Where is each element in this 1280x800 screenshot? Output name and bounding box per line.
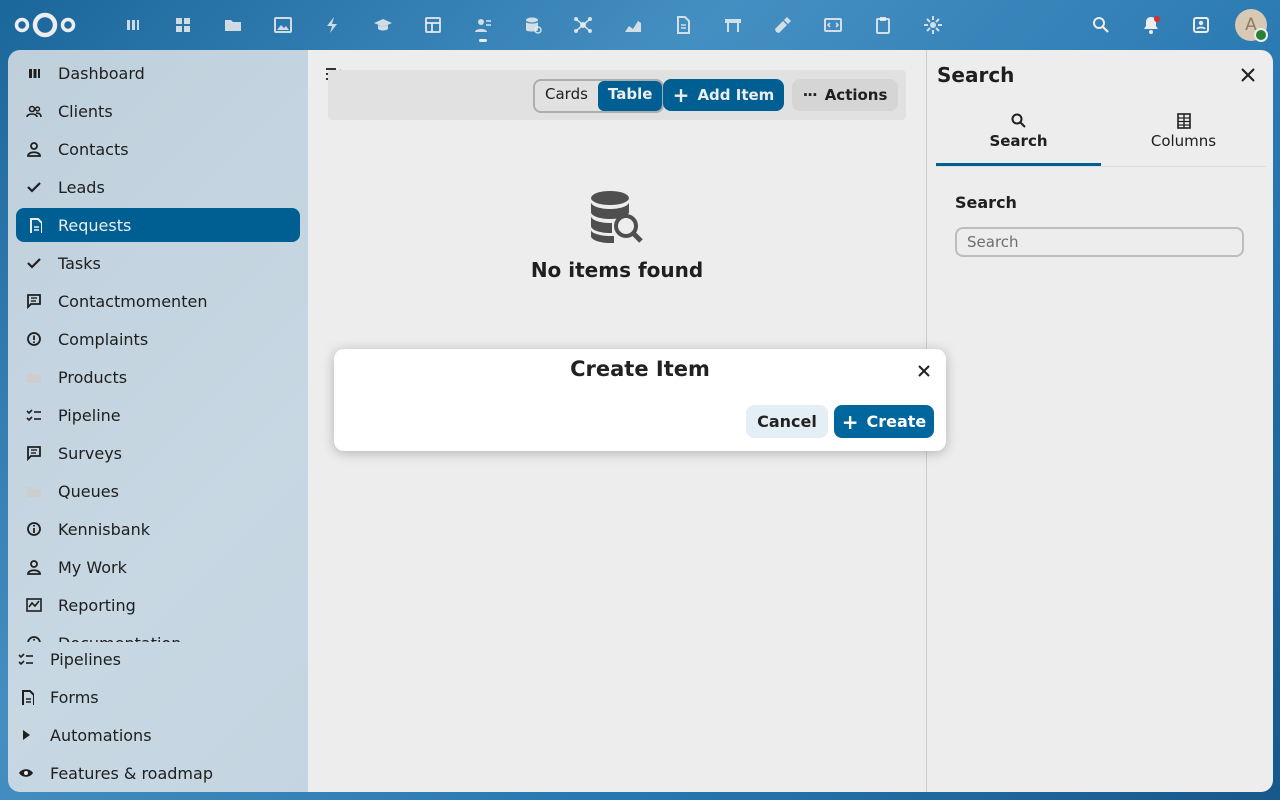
dialog-title: Create Item [570,357,710,381]
create-label: Create [866,412,927,431]
create-item-dialog: Create Item Cancel + Create [334,349,946,451]
create-button[interactable]: + Create [834,405,934,438]
plus-icon: + [841,409,859,434]
cancel-button[interactable]: Cancel [746,405,828,438]
close-dialog-icon[interactable] [916,363,932,379]
